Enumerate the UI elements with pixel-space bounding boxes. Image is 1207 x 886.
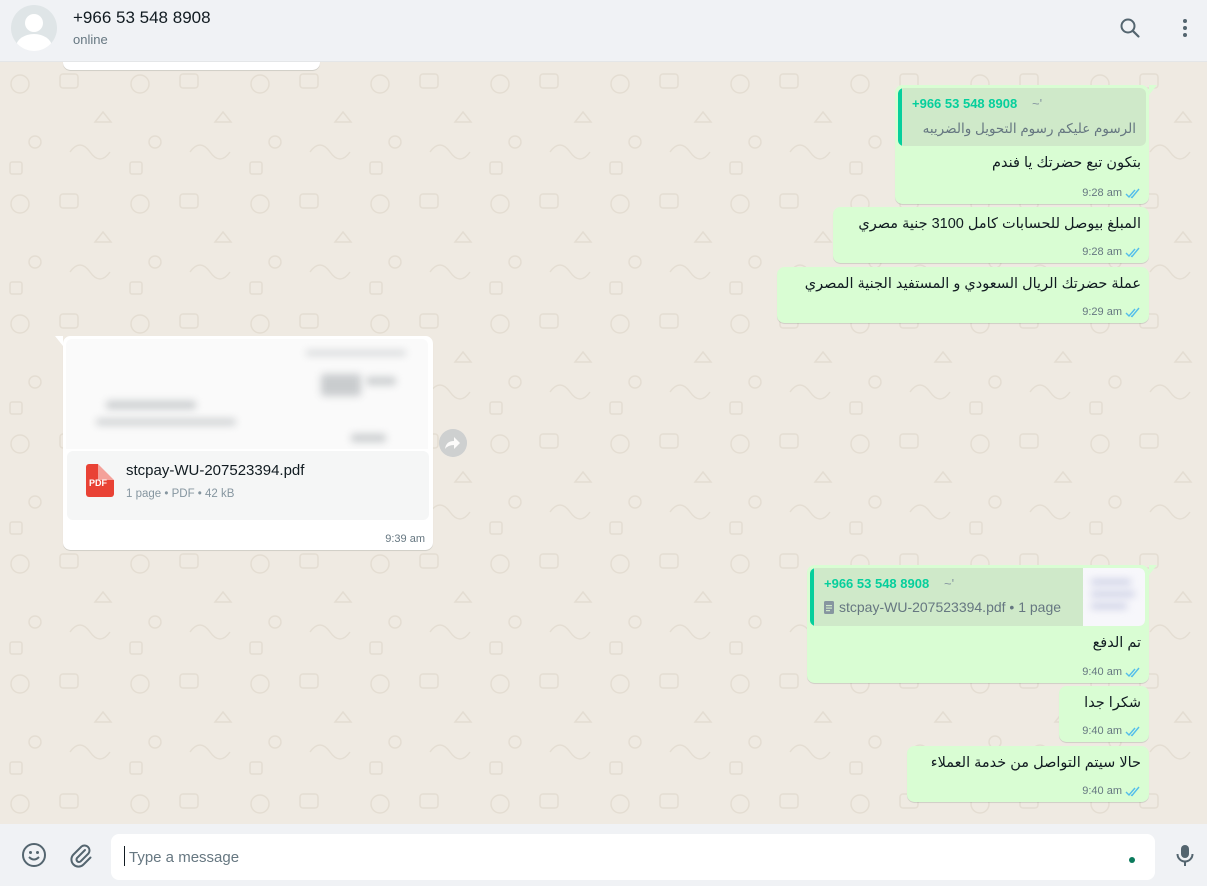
mic-icon[interactable] — [1172, 842, 1198, 868]
message-text: شكرا جدا — [1084, 695, 1141, 711]
menu-dots-icon[interactable] — [1173, 16, 1197, 40]
chat-header: +966 53 548 8908 online — [0, 0, 1207, 62]
quote-tilde: ~' — [944, 576, 955, 591]
message-input-placeholder: Type a message — [129, 849, 240, 866]
avatar-body-shape — [16, 34, 52, 51]
blur-line — [306, 351, 406, 355]
message-time: 9:29 am — [1082, 306, 1122, 318]
message-input[interactable] — [111, 834, 1155, 880]
message-composer: Type a message — [0, 824, 1207, 886]
document-message[interactable]: PDF stcpay-WU-207523394.pdf 1 page • PDF… — [55, 336, 433, 550]
message-bubble-out[interactable]: المبلغ بيوصل للحسابات كامل 3100 جنية مصر… — [833, 207, 1149, 263]
quote-document-name: stcpay-WU-207523394.pdf • 1 page — [839, 599, 1062, 615]
message-time: 9:28 am — [1082, 246, 1122, 258]
message-text: عملة حضرتك الريال السعودي و المستفيد الج… — [804, 276, 1141, 292]
message-bubble-out[interactable]: عملة حضرتك الريال السعودي و المستفيد الج… — [777, 267, 1149, 323]
message-text: حالا سيتم التواصل من خدمة العملاء — [930, 755, 1141, 771]
message-meta: 9:40 am — [1082, 785, 1141, 797]
contact-name[interactable]: +966 53 548 8908 — [73, 8, 211, 28]
quote-thumbnail — [1083, 568, 1145, 626]
quote-bar — [810, 568, 814, 626]
message-text: المبلغ بيوصل للحسابات كامل 3100 جنية مصر… — [858, 216, 1141, 232]
message-text: تم الدفع — [1092, 635, 1141, 651]
double-check-icon — [1125, 307, 1140, 317]
document-details: 1 page • PDF • 42 kB — [126, 488, 235, 500]
chat-panel[interactable]: +966 53 548 8908 ~' الرسوم عليكم رسوم ال… — [0, 62, 1207, 824]
search-icon[interactable] — [1118, 16, 1142, 40]
pdf-icon: PDF — [86, 464, 114, 497]
quote-bar — [898, 88, 902, 146]
message-time: 9:40 am — [1082, 785, 1122, 797]
message-time: 9:40 am — [1082, 725, 1122, 737]
message-bubble-out[interactable]: شكرا جدا 9:40 am — [1059, 686, 1149, 742]
double-check-icon — [1125, 667, 1140, 677]
quote-tilde: ~' — [1032, 96, 1043, 111]
message-time: 9:39 am — [385, 533, 425, 545]
message-text: بتكون تبع حضرتك يا فندم — [992, 155, 1141, 171]
bubble-tail — [55, 336, 63, 346]
message-bubble-partial[interactable] — [63, 62, 320, 70]
message-meta: 9:40 am — [1082, 666, 1141, 678]
message-bubble-out[interactable]: حالا سيتم التواصل من خدمة العملاء 9:40 a… — [907, 746, 1149, 802]
blur-line — [96, 419, 236, 425]
quote-text: الرسوم عليكم رسوم التحويل والضريبه — [922, 121, 1136, 136]
message-time: 9:40 am — [1082, 666, 1122, 678]
blur-line — [1091, 604, 1127, 608]
emoji-icon[interactable] — [21, 842, 47, 868]
message-meta: 9:39 am — [385, 533, 425, 545]
blur-line — [351, 434, 386, 442]
double-check-icon — [1125, 247, 1140, 257]
bubble-tail — [1149, 85, 1157, 95]
message-meta: 9:28 am — [1082, 187, 1141, 199]
document-info[interactable]: PDF stcpay-WU-207523394.pdf 1 page • PDF… — [67, 451, 429, 520]
forward-icon[interactable] — [439, 429, 467, 457]
document-thumbnail[interactable] — [66, 339, 428, 449]
pdf-icon-label: PDF — [89, 478, 107, 488]
quoted-message[interactable]: +966 53 548 8908 ~' الرسوم عليكم رسوم ال… — [898, 88, 1146, 146]
document-name: stcpay-WU-207523394.pdf — [126, 462, 305, 479]
message-bubble-out[interactable]: +966 53 548 8908 ~' الرسوم عليكم رسوم ال… — [895, 85, 1157, 204]
quoted-document[interactable]: +966 53 548 8908 ~' stcpay-WU-207523394.… — [810, 568, 1145, 626]
blur-line — [366, 377, 396, 385]
message-meta: 9:28 am — [1082, 246, 1141, 258]
bubble-tail — [1149, 565, 1157, 575]
document-icon — [824, 601, 834, 614]
attach-icon[interactable] — [67, 842, 93, 868]
text-caret — [124, 846, 125, 866]
blur-logo — [321, 374, 361, 396]
status-dot — [1129, 857, 1135, 863]
contact-status: online — [73, 32, 108, 47]
quote-author: +966 53 548 8908 — [912, 96, 1018, 111]
message-meta: 9:40 am — [1082, 725, 1141, 737]
blur-line — [1091, 580, 1131, 584]
avatar[interactable] — [11, 5, 57, 51]
blur-line — [106, 401, 196, 409]
avatar-head-shape — [25, 14, 43, 32]
message-time: 9:28 am — [1082, 187, 1122, 199]
message-meta: 9:29 am — [1082, 306, 1141, 318]
double-check-icon — [1125, 726, 1140, 736]
message-bubble-out[interactable]: +966 53 548 8908 ~' stcpay-WU-207523394.… — [807, 565, 1157, 683]
blur-line — [1091, 592, 1135, 596]
double-check-icon — [1125, 188, 1140, 198]
quote-author: +966 53 548 8908 — [824, 576, 930, 591]
double-check-icon — [1125, 786, 1140, 796]
